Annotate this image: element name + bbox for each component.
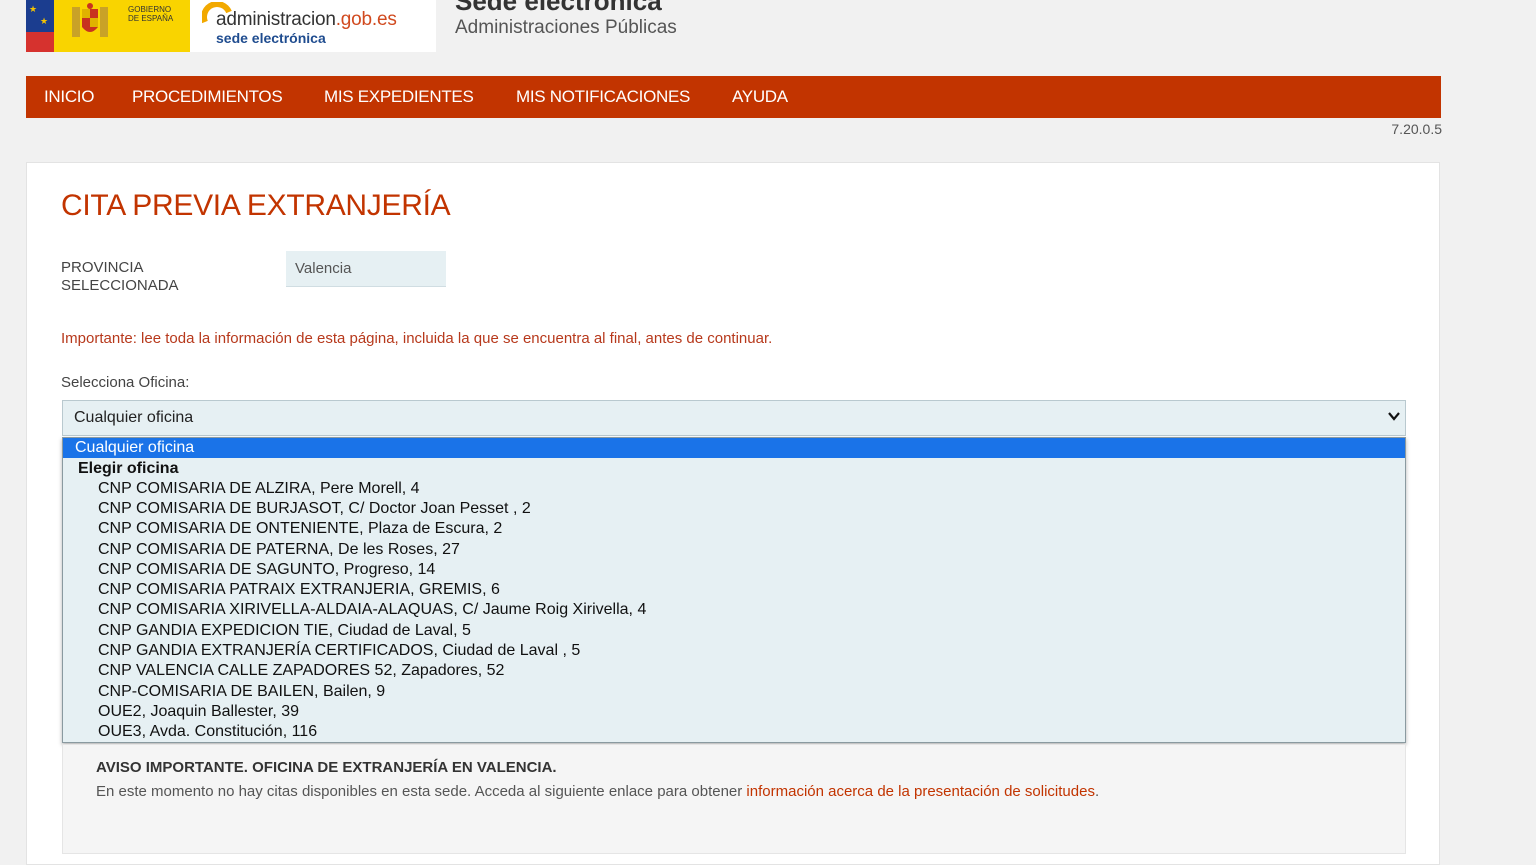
site-title: Sede electrónica: [455, 0, 662, 16]
admin-logo-subtext: sede electrónica: [216, 30, 326, 46]
provincia-label: PROVINCIA SELECCIONADA: [61, 259, 179, 294]
office-select[interactable]: Cualquier oficina: [62, 400, 1406, 436]
gobierno-espana-logo[interactable]: ★ ★ GOBIERNO DE ESPAÑA: [26, 0, 190, 52]
nav-item-mis-notificaciones[interactable]: MIS NOTIFICACIONES: [516, 76, 690, 118]
provincia-value: Valencia: [286, 251, 446, 287]
dropdown-option[interactable]: CNP COMISARIA DE BURJASOT, C/ Doctor Joa…: [98, 499, 531, 519]
info-solicitudes-link[interactable]: información acerca de la presentación de…: [746, 783, 1095, 800]
dropdown-option[interactable]: OUE2, Joaquin Ballester, 39: [98, 702, 299, 722]
dropdown-optgroup-label: Elegir oficina: [78, 460, 179, 477]
aviso-title: AVISO IMPORTANTE. OFICINA DE EXTRANJERÍA…: [96, 759, 557, 776]
dropdown-option[interactable]: CNP COMISARIA DE ALZIRA, Pere Morell, 4: [98, 479, 420, 499]
nav-item-procedimientos[interactable]: PROCEDIMIENTOS: [132, 76, 283, 118]
admin-logo-text: administracion.gob.es: [216, 9, 397, 30]
dropdown-option[interactable]: OUE3, Avda. Constitución, 116: [98, 722, 317, 742]
dropdown-option[interactable]: CNP COMISARIA DE PATERNA, De les Roses, …: [98, 540, 460, 560]
dropdown-option[interactable]: CNP COMISARIA XIRIVELLA-ALDAIA-ALAQUAS, …: [98, 600, 646, 620]
page-title: CITA PREVIA EXTRANJERÍA: [61, 189, 451, 222]
header: ★ ★ GOBIERNO DE ESPAÑA administracion.go…: [0, 0, 1536, 60]
gobierno-text: GOBIERNO DE ESPAÑA: [128, 5, 174, 23]
coat-of-arms-icon: [72, 3, 108, 37]
dropdown-option[interactable]: CNP GANDIA EXTRANJERÍA CERTIFICADOS, Ciu…: [98, 641, 580, 661]
site-subtitle: Administraciones Públicas: [455, 17, 677, 38]
chevron-down-icon: [1388, 412, 1400, 421]
dropdown-option[interactable]: CNP-COMISARIA DE BAILEN, Bailen, 9: [98, 682, 385, 702]
important-notice: Importante: lee toda la información de e…: [61, 330, 773, 347]
dropdown-option[interactable]: CNP VALENCIA CALLE ZAPADORES 52, Zapador…: [98, 661, 504, 681]
eu-flag-icon: ★ ★: [26, 0, 54, 52]
office-dropdown-list: Cualquier oficina Elegir oficina CNP COM…: [62, 437, 1406, 743]
aviso-text: En este momento no hay citas disponibles…: [96, 783, 1100, 800]
dropdown-option[interactable]: CNP COMISARIA DE SAGUNTO, Progreso, 14: [98, 560, 435, 580]
main-navbar: INICIO PROCEDIMIENTOS MIS EXPEDIENTES MI…: [26, 76, 1441, 118]
administracion-logo[interactable]: administracion.gob.es sede electrónica: [190, 0, 436, 52]
nav-item-mis-expedientes[interactable]: MIS EXPEDIENTES: [324, 76, 474, 118]
version-label: 7.20.0.5: [1391, 121, 1442, 137]
select-office-label: Selecciona Oficina:: [61, 374, 190, 391]
nav-item-inicio[interactable]: INICIO: [44, 76, 94, 118]
nav-item-ayuda[interactable]: AYUDA: [732, 76, 788, 118]
dropdown-option-selected[interactable]: Cualquier oficina: [63, 438, 1405, 458]
dropdown-option[interactable]: CNP GANDIA EXPEDICION TIE, Ciudad de Lav…: [98, 621, 471, 641]
office-select-value: Cualquier oficina: [74, 409, 194, 426]
dropdown-option[interactable]: CNP COMISARIA DE ONTENIENTE, Plaza de Es…: [98, 519, 502, 539]
dropdown-option[interactable]: CNP COMISARIA PATRAIX EXTRANJERIA, GREMI…: [98, 580, 500, 600]
